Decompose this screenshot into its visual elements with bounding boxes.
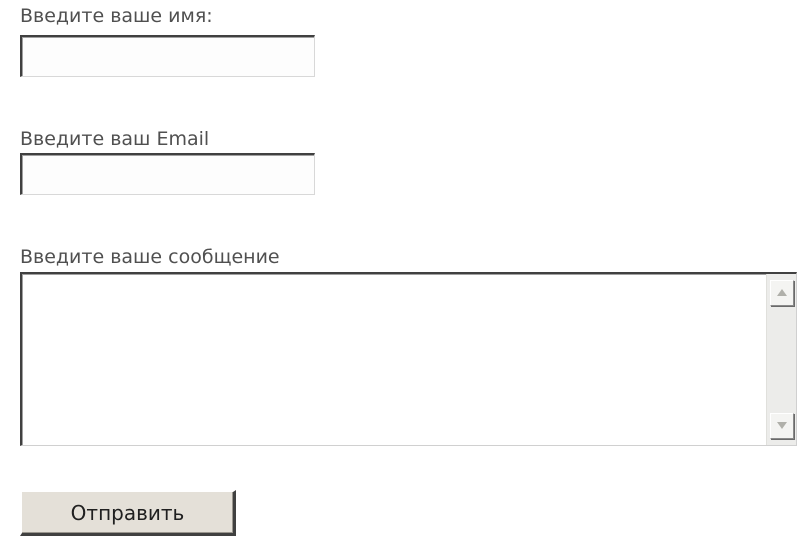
name-input[interactable] [20,35,315,77]
submit-button[interactable]: Отправить [20,490,236,536]
message-label: Введите ваше сообщение [20,246,280,268]
scroll-down-arrow-icon [777,422,787,429]
email-label: Введите ваш Email [20,128,210,150]
scroll-down-button[interactable] [770,413,794,439]
scroll-up-arrow-icon [777,289,787,296]
name-label: Введите ваше имя: [20,5,213,27]
message-textarea[interactable] [20,272,797,446]
email-input[interactable] [20,153,315,195]
message-scrollbar[interactable] [766,274,796,445]
scroll-up-button[interactable] [770,280,794,306]
